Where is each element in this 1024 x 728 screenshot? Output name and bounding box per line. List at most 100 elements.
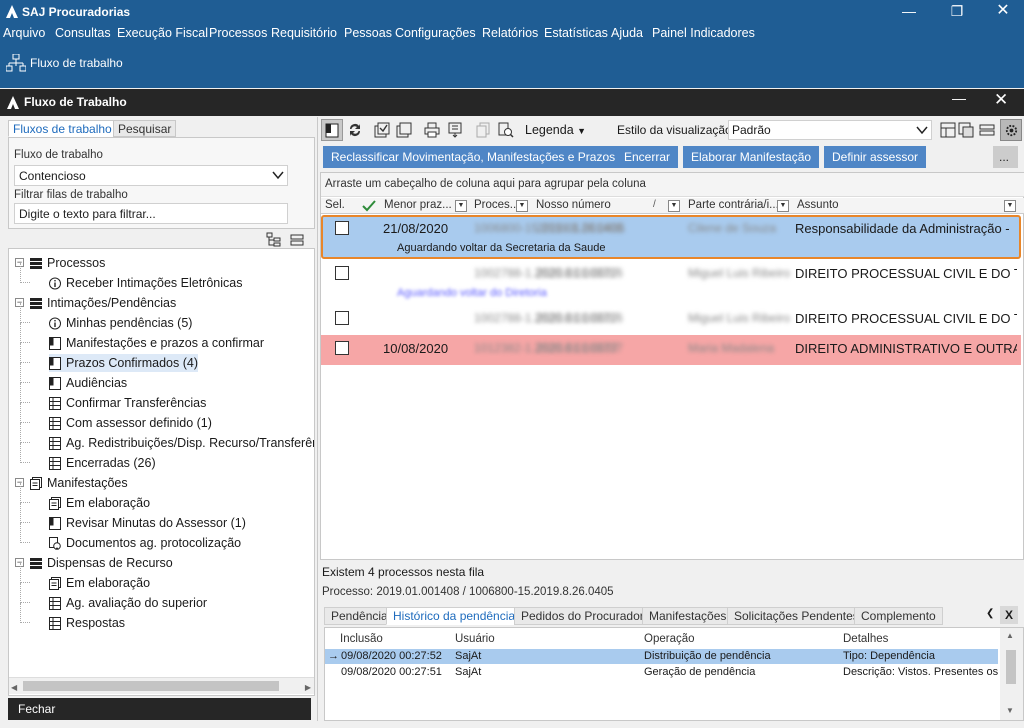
tab-fluxos-de-trabalho[interactable]: Fluxos de trabalho xyxy=(8,120,117,137)
table-row[interactable]: 1002788-1.2020.8.01.0037 2020.01.003716 Mi… xyxy=(321,305,1021,335)
tab-pedidos-procurador[interactable]: Pedidos do Procurador xyxy=(514,607,651,625)
menu-configuracoes[interactable]: Configurações xyxy=(395,26,476,40)
refresh-icon[interactable] xyxy=(347,122,363,138)
tree-item[interactable]: Ag. avaliação do superior xyxy=(49,594,207,612)
search-document-icon[interactable] xyxy=(498,122,514,138)
menu-pessoas[interactable]: Pessoas xyxy=(344,26,392,40)
layout-copy-icon[interactable] xyxy=(958,122,974,138)
scrollbar-thumb[interactable] xyxy=(1006,650,1016,684)
history-scrollbar[interactable]: ▲ ▼ xyxy=(1000,628,1023,720)
filter-input[interactable]: Digite o texto para filtrar... xyxy=(14,203,288,224)
row-checkbox[interactable] xyxy=(335,341,349,355)
col-our-number[interactable]: Nosso número xyxy=(536,199,611,211)
style-select[interactable]: Padrão xyxy=(728,120,932,140)
tab-manifestacoes[interactable]: Manifestações xyxy=(642,607,734,625)
tree-item[interactable]: Em elaboração xyxy=(49,494,150,512)
col-deadline[interactable]: Menor praz... xyxy=(384,199,452,211)
tab-solicitacoes-pendentes[interactable]: Solicitações Pendentes xyxy=(727,607,866,625)
col-opposing-party[interactable]: Parte contrária/i... xyxy=(688,199,779,211)
tree-item[interactable]: Revisar Minutas do Assessor (1) xyxy=(49,514,246,532)
tree-item[interactable]: Encerradas (26) xyxy=(49,454,156,472)
hist-col-detalhes[interactable]: Detalhes xyxy=(843,633,888,645)
tabs-scroll-left-icon[interactable]: ❮ xyxy=(986,608,994,619)
tree-item[interactable]: Ag. Redistribuições/Disp. Recurso/Transf… xyxy=(49,434,314,452)
close-button[interactable]: Fechar xyxy=(8,698,311,720)
col-sel[interactable]: Sel. xyxy=(325,199,345,211)
tab-pesquisar[interactable]: Pesquisar xyxy=(113,120,177,137)
table-row[interactable]: 1002788-1.2020.8.01.0037 2020.01.003716 Mi… xyxy=(321,260,1021,304)
reclassify-button[interactable]: Reclassificar Movimentação, Manifestaçõe… xyxy=(323,146,624,168)
menu-painel-indicadores[interactable]: Painel Indicadores xyxy=(652,26,755,40)
tree-item[interactable]: Minhas pendências (5) xyxy=(49,314,192,332)
hist-col-operacao[interactable]: Operação xyxy=(644,633,695,645)
print-icon[interactable] xyxy=(424,122,440,138)
filter-icon[interactable]: ▼ xyxy=(1004,200,1016,212)
menu-ajuda[interactable]: Ajuda xyxy=(611,26,643,40)
tree-item[interactable]: Manifestações e prazos a confirmar xyxy=(49,334,264,352)
close-detail-icon[interactable]: X xyxy=(1000,606,1018,624)
tab-pendencia[interactable]: Pendência xyxy=(324,607,395,625)
row-checkbox[interactable] xyxy=(335,311,349,325)
uncheck-all-icon[interactable] xyxy=(396,122,412,138)
table-row[interactable]: 10/08/2020 1012382-1.2020.8.01.0037 2020.0… xyxy=(321,335,1021,365)
flow-select[interactable]: Contencioso xyxy=(14,165,288,186)
legend-dropdown[interactable]: Legenda ▼ xyxy=(525,123,586,137)
tree-item[interactable]: Em elaboração xyxy=(49,574,150,592)
tree-item[interactable]: Confirmar Transferências xyxy=(49,394,206,412)
minimize-icon[interactable]: — xyxy=(886,0,932,24)
row-checkbox[interactable] xyxy=(335,221,349,235)
filter-icon[interactable]: ▼ xyxy=(455,200,467,212)
tree-item[interactable]: Audiências xyxy=(49,374,127,392)
filter-icon[interactable]: ▼ xyxy=(516,200,528,212)
list-view-icon[interactable] xyxy=(979,122,995,138)
tree-item[interactable]: Receber Intimações Eletrônicas xyxy=(49,274,242,292)
tree-item[interactable]: Dispensas de Recurso xyxy=(30,554,173,572)
collapse-tree-icon[interactable] xyxy=(290,234,304,246)
layout-icon[interactable] xyxy=(940,122,956,138)
tree-item[interactable]: Processos xyxy=(30,254,105,272)
tab-complemento[interactable]: Complemento xyxy=(854,607,943,625)
style-select-value: Padrão xyxy=(732,123,771,137)
tree-item[interactable]: Com assessor definido (1) xyxy=(49,414,212,432)
expand-tree-icon[interactable] xyxy=(266,232,282,248)
hist-col-inclusao[interactable]: Inclusão xyxy=(340,633,383,645)
menu-execucao-fiscal[interactable]: Execução Fiscal xyxy=(117,26,208,40)
window-minimize-icon[interactable]: — xyxy=(952,90,966,106)
scrollbar-thumb[interactable] xyxy=(23,681,279,691)
maximize-icon[interactable]: ❐ xyxy=(934,0,980,24)
settings-button[interactable] xyxy=(1000,119,1022,141)
menu-estatisticas[interactable]: Estatísticas xyxy=(544,26,608,40)
menu-relatorios[interactable]: Relatórios xyxy=(482,26,538,40)
menu-consultas[interactable]: Consultas xyxy=(55,26,111,40)
table-row[interactable]: 21/08/2020 1006800-15.2019.8.26.0405 2019.… xyxy=(321,215,1021,259)
check-all-icon[interactable] xyxy=(374,122,390,138)
set-assessor-button[interactable]: Definir assessor xyxy=(824,146,927,168)
tree-item-label: Confirmar Transferências xyxy=(66,396,207,410)
tree-item[interactable]: Documentos ag. protocolização xyxy=(49,534,241,552)
tree-item[interactable]: Prazos Confirmados (4) xyxy=(49,354,198,372)
draft-manifestation-button[interactable]: Elaborar Manifestação xyxy=(683,146,820,168)
close-icon[interactable]: ✕ xyxy=(980,0,1024,24)
more-actions-button[interactable]: ... xyxy=(993,146,1018,168)
history-row[interactable]: 09/08/2020 00:27:51 SajAt Geração de pendê… xyxy=(325,665,998,680)
select-mode-button[interactable] xyxy=(321,119,343,141)
window-close-icon[interactable]: ✕ xyxy=(994,90,1008,110)
col-subject[interactable]: Assunto xyxy=(797,199,839,211)
menu-arquivo[interactable]: Arquivo xyxy=(3,26,45,40)
filter-icon[interactable]: ▼ xyxy=(777,200,789,212)
menu-requisitorio[interactable]: Requisitório xyxy=(271,26,337,40)
tree-horizontal-scrollbar[interactable]: ◀ ▶ xyxy=(9,677,314,694)
col-process[interactable]: Proces... xyxy=(474,199,519,211)
row-checkbox[interactable] xyxy=(335,266,349,280)
filter-icon[interactable]: ▼ xyxy=(668,200,680,212)
tab-historico-pendencia[interactable]: Histórico da pendência xyxy=(386,607,523,625)
close-pending-button[interactable]: Encerrar xyxy=(616,146,679,168)
tree-item[interactable]: Manifestações xyxy=(30,474,128,492)
history-row[interactable]: → 09/08/2020 00:27:52 SajAt Distribuição de… xyxy=(325,649,998,664)
tree-item[interactable]: Intimações/Pendências xyxy=(30,294,176,312)
export-icon[interactable] xyxy=(447,122,463,138)
hist-col-usuario[interactable]: Usuário xyxy=(455,633,495,645)
nav-workflow-link[interactable]: Fluxo de trabalho xyxy=(0,44,130,84)
menu-processos[interactable]: Processos xyxy=(209,26,267,40)
tree-item[interactable]: Respostas xyxy=(49,614,125,632)
